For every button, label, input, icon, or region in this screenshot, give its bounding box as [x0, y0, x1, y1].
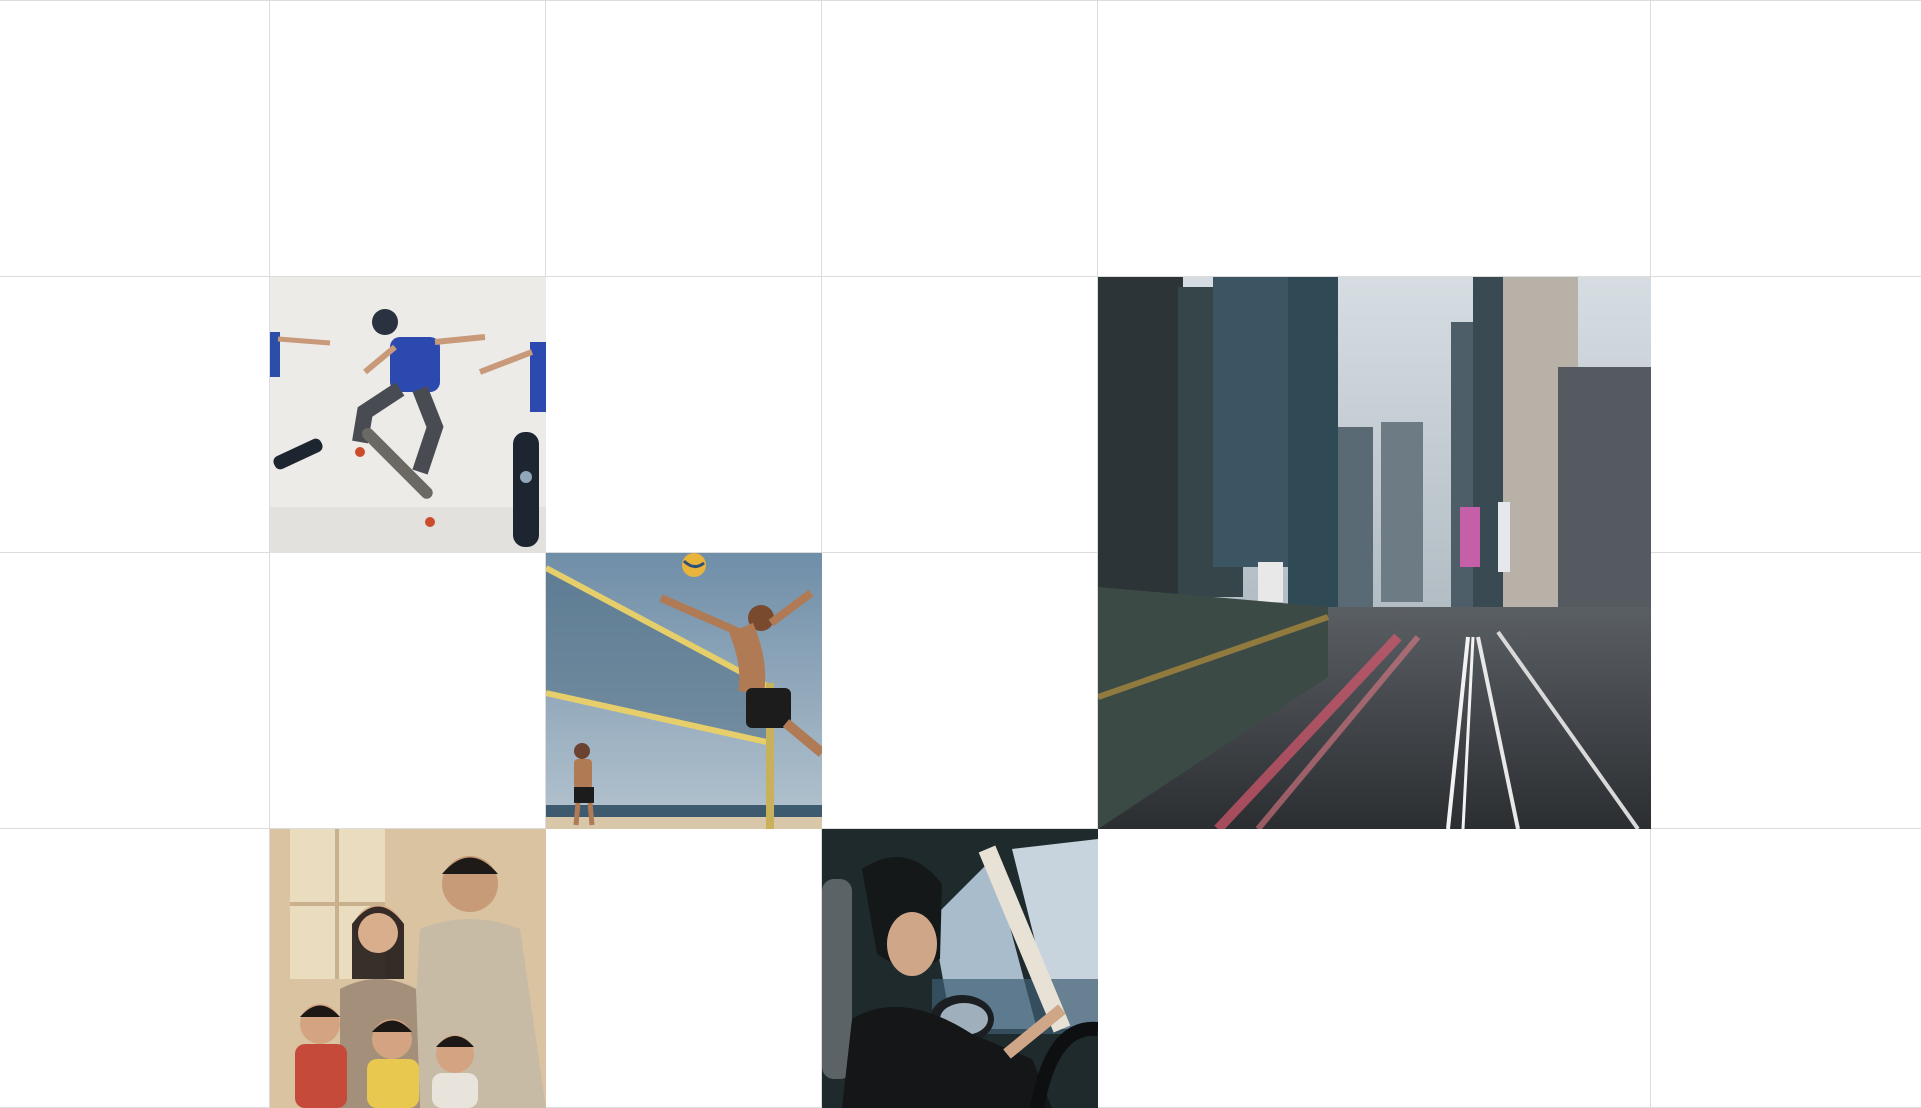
empty-cell	[270, 0, 546, 277]
empty-cell	[0, 829, 270, 1108]
car-photo-tile[interactable]	[822, 829, 1098, 1108]
skateboard-photo-icon	[270, 277, 546, 553]
skateboard-photo-tile[interactable]	[270, 277, 546, 553]
empty-cell	[270, 553, 546, 829]
volleyball-photo-icon	[546, 553, 822, 829]
empty-cell	[1098, 0, 1651, 277]
empty-cell	[0, 553, 270, 829]
city-photo-tile[interactable]	[1098, 277, 1651, 829]
empty-cell	[822, 277, 1098, 553]
empty-cell	[1098, 829, 1651, 1108]
family-photo-icon	[270, 829, 546, 1108]
empty-cell	[822, 0, 1098, 277]
empty-cell	[546, 829, 822, 1108]
empty-cell	[1651, 277, 1921, 553]
volleyball-photo-tile[interactable]	[546, 553, 822, 829]
empty-cell	[0, 0, 270, 277]
empty-cell	[546, 277, 822, 553]
empty-cell	[1651, 553, 1921, 829]
empty-cell	[1651, 0, 1921, 277]
empty-cell	[0, 277, 270, 553]
empty-cell	[822, 553, 1098, 829]
photo-grid	[0, 0, 1921, 1108]
empty-cell	[1651, 829, 1921, 1108]
car-photo-icon	[822, 829, 1098, 1108]
city-photo-icon	[1098, 277, 1651, 829]
empty-cell	[546, 0, 822, 277]
family-photo-tile[interactable]	[270, 829, 546, 1108]
